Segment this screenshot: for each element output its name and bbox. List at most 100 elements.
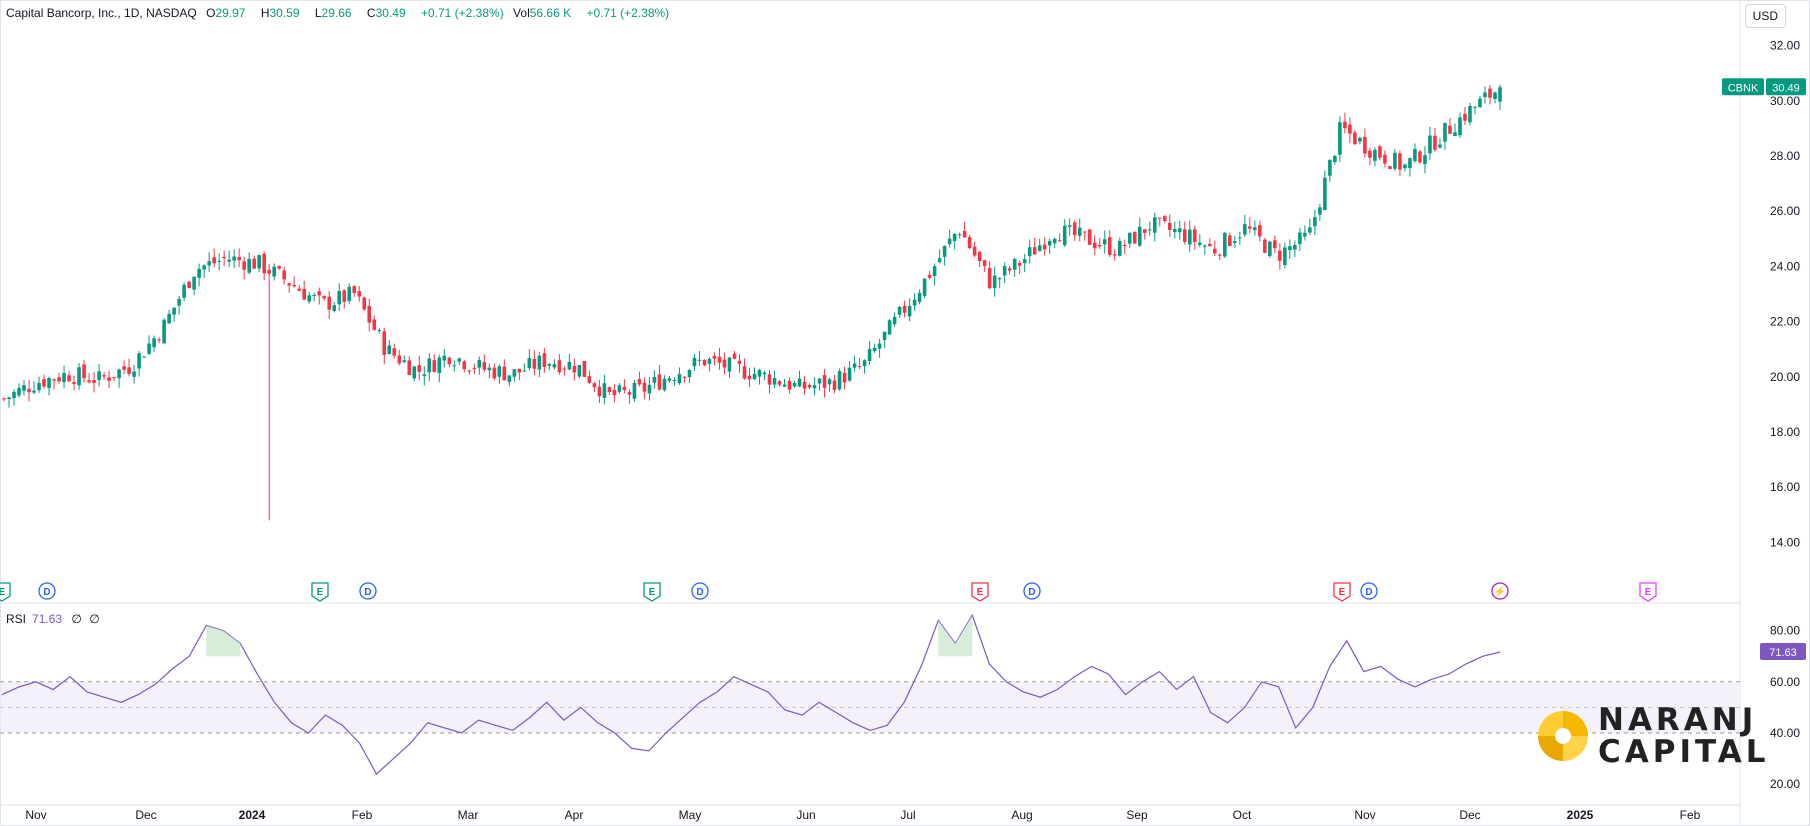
event-marker-split[interactable]: ⚡ — [1491, 582, 1509, 600]
candle-body — [1087, 229, 1092, 245]
event-label: D — [1365, 587, 1372, 598]
candle-body — [1117, 240, 1122, 256]
candle-body — [287, 283, 291, 286]
candle-body — [622, 386, 627, 391]
candle-body — [1463, 113, 1467, 121]
event-marker-dividend[interactable]: D — [691, 582, 709, 600]
candle-body — [1062, 225, 1067, 246]
event-marker-dividend[interactable]: D — [359, 582, 377, 600]
event-label: E — [1339, 587, 1346, 598]
candle-body — [607, 387, 612, 393]
rsi-overbought-fill — [955, 615, 973, 657]
time-axis-label: Dec — [1459, 808, 1480, 822]
candle-body — [1453, 132, 1457, 137]
candle-body — [1182, 229, 1187, 242]
candle-body — [1448, 125, 1452, 134]
candle-body — [252, 258, 256, 269]
candle-body — [1438, 144, 1442, 148]
event-marker-dividend[interactable]: D — [1360, 582, 1378, 600]
candle-body — [517, 368, 522, 373]
candle-body — [927, 274, 932, 278]
candle-body — [1197, 242, 1202, 245]
event-label: E — [0, 587, 6, 598]
candle-body — [947, 238, 952, 245]
candle-body — [207, 261, 211, 266]
candle-body — [37, 383, 41, 391]
candle-body — [1203, 245, 1207, 247]
candle-body — [572, 365, 577, 373]
candle-body — [1483, 92, 1487, 98]
time-axis-label: Nov — [25, 808, 46, 822]
candle-body — [107, 377, 111, 381]
event-marker-dividend[interactable]: D — [1023, 582, 1041, 600]
event-label: D — [1028, 587, 1035, 598]
candle-body — [502, 366, 507, 381]
candle-body — [372, 319, 377, 330]
event-marker-earnings[interactable]: E — [0, 582, 11, 602]
candle-body — [752, 373, 757, 380]
time-axis-label: 2024 — [239, 808, 266, 822]
candle-body — [602, 383, 607, 398]
candle-body — [1243, 224, 1247, 235]
candle-body — [807, 385, 812, 388]
candle-body — [617, 385, 622, 392]
event-label: D — [696, 587, 703, 598]
chart-canvas[interactable]: 32.00 30.00 28.00 26.00 24.00 22.00 20.00 18.00… — [0, 0, 1810, 826]
candle-body — [1288, 246, 1292, 251]
candle-body — [1488, 88, 1492, 98]
candle-body — [527, 358, 532, 369]
candle-body — [867, 348, 872, 361]
rsi-axis-label: 40.00 — [1770, 726, 1800, 740]
event-marker-earnings[interactable]: E — [643, 582, 661, 602]
price-axis-label: 24.00 — [1770, 259, 1800, 273]
candle-body — [652, 376, 657, 383]
candle-body — [762, 372, 767, 375]
candle-body — [1142, 229, 1147, 233]
rsi-value-tag-label: 71.63 — [1769, 647, 1797, 659]
rsi-band — [0, 681, 1740, 733]
candle-body — [862, 360, 867, 367]
candle-body — [82, 364, 86, 379]
candle-body — [1378, 146, 1382, 158]
candle-body — [687, 369, 692, 378]
candle-body — [887, 320, 892, 335]
candle-body — [347, 286, 352, 301]
candle-body — [1323, 177, 1327, 211]
candle-body — [362, 297, 367, 310]
candle-body — [662, 378, 667, 391]
candle-body — [292, 285, 296, 287]
candle-body — [982, 260, 987, 267]
candle-body — [562, 368, 567, 370]
event-marker-earnings[interactable]: E — [971, 582, 989, 602]
candle-body — [152, 338, 156, 348]
candle-body — [1368, 150, 1372, 158]
event-marker-dividend[interactable]: D — [38, 582, 56, 600]
candle-body — [202, 265, 206, 270]
candle-body — [682, 376, 687, 378]
candle-body — [1498, 87, 1502, 102]
price-axis-label: 14.00 — [1770, 535, 1800, 549]
price-axis-label: 28.00 — [1770, 149, 1800, 163]
candle-body — [247, 258, 251, 273]
candle-body — [802, 381, 807, 389]
candle-body — [707, 358, 712, 364]
candle-body — [1408, 158, 1412, 169]
price-tag: CBNK 30.49 — [1722, 78, 1806, 96]
candle-body — [992, 275, 997, 289]
candle-body — [977, 251, 982, 261]
event-marker-earnings[interactable]: E — [1639, 582, 1657, 602]
event-marker-earnings[interactable]: E — [311, 582, 329, 602]
time-axis-label: Jun — [796, 808, 815, 822]
candle-body — [987, 268, 992, 289]
candle-body — [967, 237, 972, 249]
event-marker-earnings[interactable]: E — [1333, 582, 1351, 602]
candle-body — [772, 378, 777, 385]
candle-body — [1107, 237, 1112, 255]
candle-body — [407, 360, 412, 376]
candle-body — [1132, 232, 1137, 244]
time-axis-label: 2025 — [1567, 808, 1594, 822]
candle-body — [282, 270, 286, 280]
candle-body — [172, 307, 176, 315]
candle-body — [257, 255, 261, 269]
candle-body — [642, 382, 647, 392]
